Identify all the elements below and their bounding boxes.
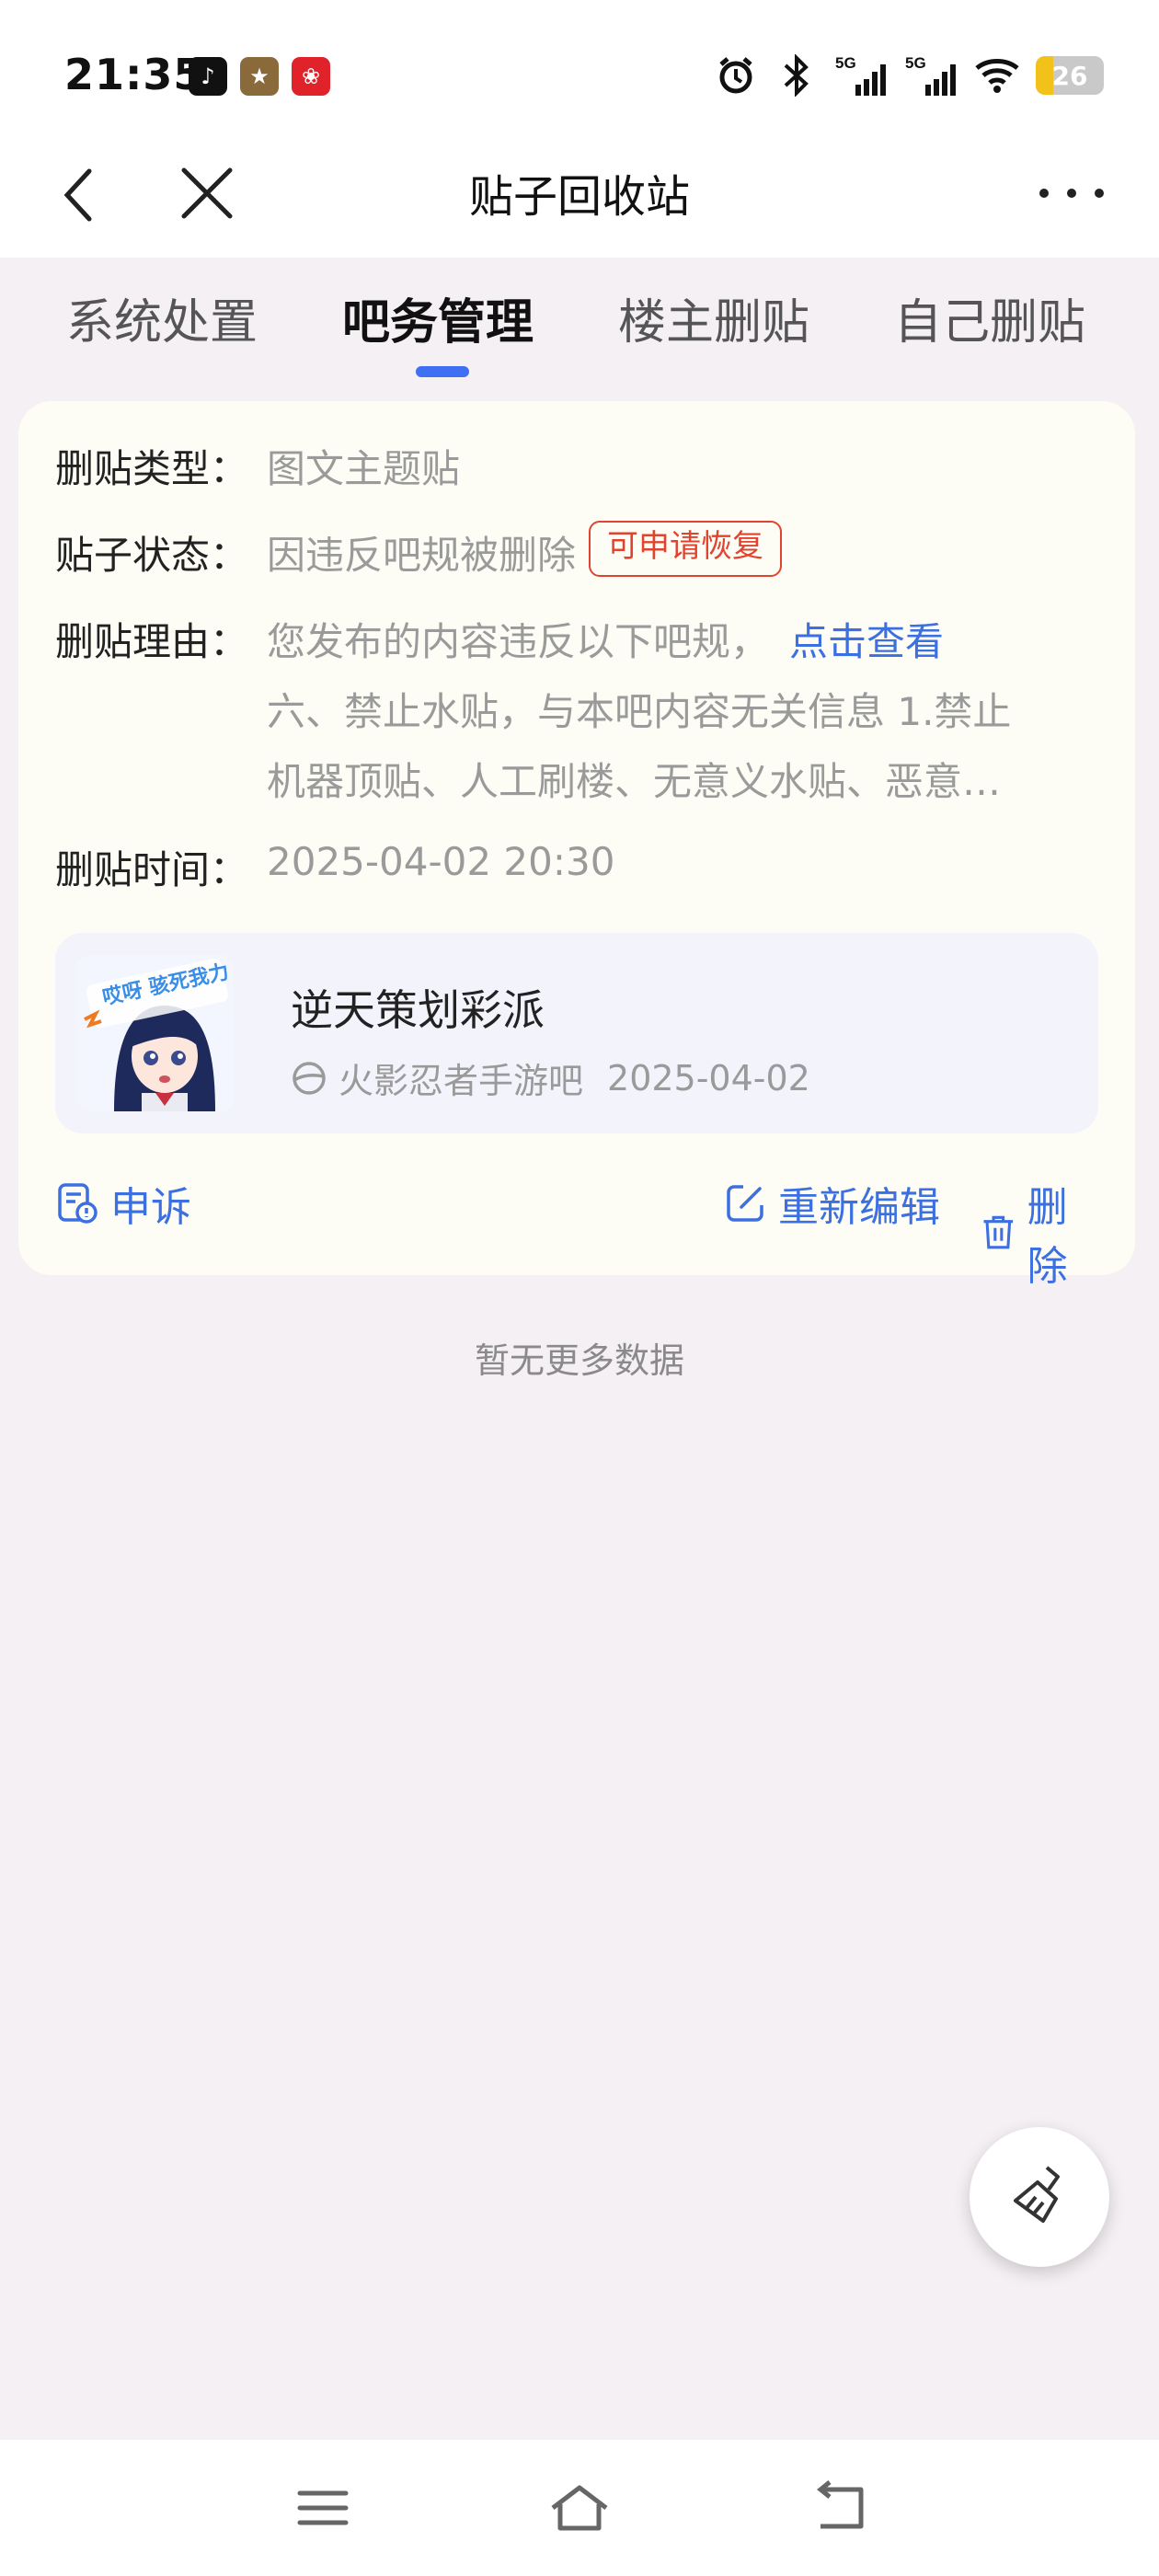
reedit-label: 重新编辑 bbox=[778, 1184, 940, 1231]
back-arrow-icon bbox=[816, 2480, 864, 2529]
delete-type-row: 删贴类型： 图文主题贴 bbox=[55, 438, 460, 494]
alarm-icon bbox=[714, 53, 758, 98]
post-status-label: 贴子状态： bbox=[55, 533, 249, 578]
bluetooth-icon bbox=[775, 53, 819, 98]
deleted-post-card: 删贴类型： 图文主题贴 贴子状态： 因违反吧规被删除 可申请恢复 删贴理由： 您… bbox=[18, 401, 1135, 1290]
delete-button[interactable]: 删除 bbox=[981, 1174, 1098, 1292]
tab-system[interactable]: 系统处置 bbox=[66, 283, 258, 352]
tiktok-icon: ♪ bbox=[189, 57, 227, 96]
more-button[interactable] bbox=[1030, 166, 1113, 221]
appeal-label: 申诉 bbox=[110, 1184, 191, 1231]
status-app-icons: ♪ ★ ❀ bbox=[189, 57, 330, 96]
reason-line-1: 六、禁止水贴，与本吧内容无关信息 1.禁止 bbox=[267, 689, 1012, 734]
reason-line-2: 机器顶贴、人工刷楼、无意义水贴、恶意… bbox=[267, 759, 1002, 804]
post-meta: 火影忍者手游吧 2025-04-02 bbox=[291, 1052, 810, 1103]
signal-5g-icon: 5G bbox=[835, 53, 889, 98]
tab-owner-deleted[interactable]: 楼主删贴 bbox=[618, 283, 809, 352]
action-bar: 申诉 重新编辑 删除 bbox=[55, 1174, 1098, 1290]
header: 贴子回收站 bbox=[0, 138, 1159, 258]
more-dots-icon bbox=[1039, 189, 1104, 198]
post-forum: 火影忍者手游吧 bbox=[339, 1061, 584, 1101]
delete-time-row: 删贴时间： 2025-04-02 20:30 bbox=[55, 839, 614, 895]
post-status-row: 贴子状态： 因违反吧规被删除 可申请恢复 bbox=[55, 521, 783, 581]
tab-admin[interactable]: 吧务管理 bbox=[342, 283, 534, 352]
system-nav-bar bbox=[0, 2440, 1159, 2576]
view-rules-link[interactable]: 点击查看 bbox=[789, 611, 944, 667]
delete-reason-label: 删贴理由： bbox=[55, 619, 249, 664]
post-title: 逆天策划彩派 bbox=[291, 985, 545, 1035]
page-title: 贴子回收站 bbox=[468, 171, 690, 223]
game-icon: ★ bbox=[240, 57, 279, 96]
signal-5g-icon-2: 5G bbox=[905, 53, 958, 98]
anime-sticker-image: 哎呀 骇死我力 bbox=[77, 955, 234, 1111]
no-more-data: 暂无更多数据 bbox=[474, 1340, 684, 1381]
shopping-icon: ❀ bbox=[292, 57, 330, 96]
post-preview[interactable]: 哎呀 骇死我力 逆天策划彩派 火影忍者手游吧 2025-04-02 bbox=[55, 933, 1098, 1133]
battery-icon: 26 bbox=[1036, 56, 1104, 95]
delete-reason-row: 删贴理由： 您发布的内容违反以下吧规， 点击查看 bbox=[55, 611, 944, 667]
svg-text:5G: 5G bbox=[835, 54, 856, 72]
trash-icon bbox=[983, 1215, 1014, 1249]
delete-time-value: 2025-04-02 20:30 bbox=[267, 839, 615, 884]
tab-self-deleted[interactable]: 自己删贴 bbox=[894, 283, 1085, 352]
home-nav-button[interactable] bbox=[547, 2480, 612, 2536]
svg-text:5G: 5G bbox=[905, 54, 926, 72]
delete-label: 删除 bbox=[1027, 1184, 1068, 1290]
appeal-icon bbox=[58, 1183, 98, 1224]
tab-indicator bbox=[416, 366, 469, 377]
delete-reason-value: 您发布的内容违反以下吧规， bbox=[267, 619, 770, 664]
post-thumbnail: 哎呀 骇死我力 bbox=[77, 955, 234, 1111]
edit-icon bbox=[727, 1185, 763, 1222]
status-time: 21:35 bbox=[64, 50, 204, 99]
delete-type-label: 删贴类型： bbox=[55, 446, 249, 491]
tab-bar: 系统处置 吧务管理 楼主删贴 自己删贴 bbox=[0, 258, 1159, 396]
clean-button[interactable] bbox=[970, 2127, 1109, 2267]
status-bar: 21:35 ♪ ★ ❀ 5G 5G 26 bbox=[0, 0, 1159, 138]
delete-time-label: 删贴时间： bbox=[55, 847, 249, 892]
back-nav-button[interactable] bbox=[806, 2480, 870, 2536]
reedit-button[interactable]: 重新编辑 bbox=[723, 1174, 940, 1233]
home-icon bbox=[551, 2485, 608, 2531]
status-indicators: 5G 5G 26 bbox=[714, 53, 1104, 98]
broom-icon bbox=[1014, 2166, 1060, 2223]
post-status-value: 因违反吧规被删除 bbox=[267, 533, 577, 578]
menu-nav-button[interactable] bbox=[291, 2480, 355, 2536]
appeal-button[interactable]: 申诉 bbox=[55, 1174, 191, 1233]
wifi-icon bbox=[975, 53, 1019, 98]
post-date: 2025-04-02 bbox=[607, 1057, 810, 1098]
reason-detail: 六、禁止水贴，与本吧内容无关信息 1.禁止 机器顶贴、人工刷楼、无意义水贴、恶意… bbox=[267, 677, 1104, 817]
delete-type-value: 图文主题贴 bbox=[267, 446, 461, 491]
menu-icon bbox=[297, 2490, 349, 2525]
battery-level: 26 bbox=[1051, 60, 1088, 91]
forum-icon bbox=[293, 1061, 326, 1095]
status-badge: 可申请恢复 bbox=[589, 521, 783, 577]
